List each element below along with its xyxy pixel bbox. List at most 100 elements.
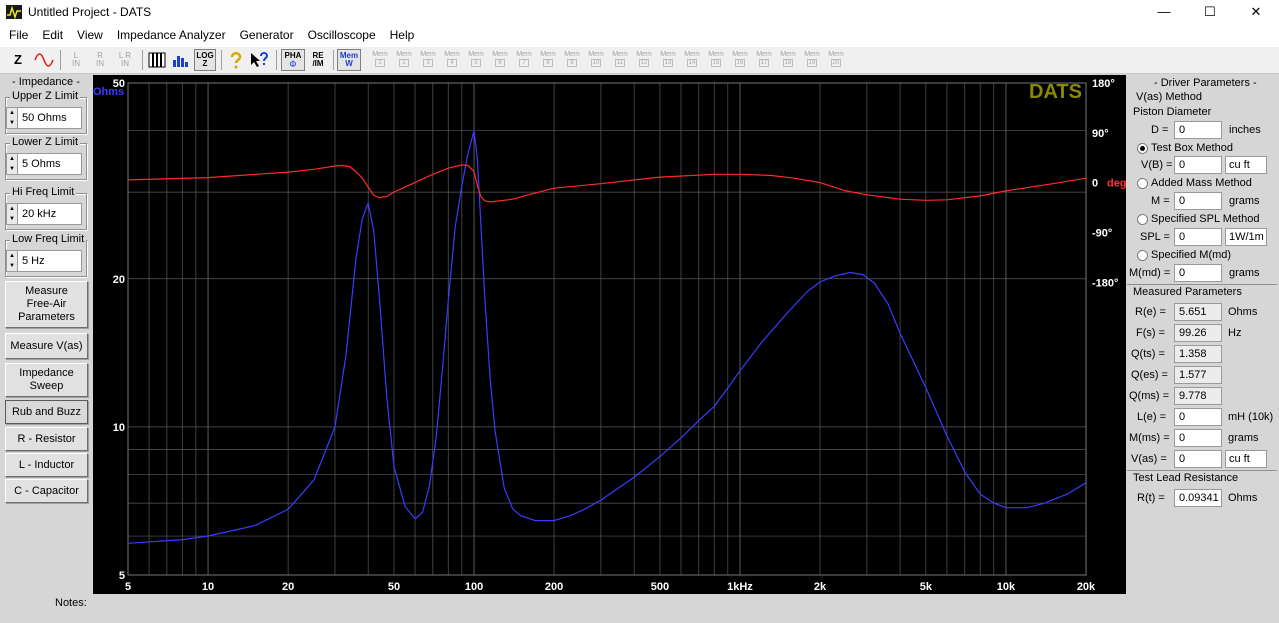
mms-input[interactable]: 0 bbox=[1174, 429, 1222, 447]
left-input-button[interactable]: L IN bbox=[66, 49, 86, 71]
left-panel: - Impedance - Upper Z Limit ▲ ▼ 50 Ohms L… bbox=[0, 75, 93, 595]
piano-keys-icon[interactable] bbox=[146, 49, 168, 71]
memory-slot-15[interactable]: Mem 15 bbox=[705, 51, 727, 69]
menu-generator[interactable]: Generator bbox=[233, 28, 301, 42]
test-box-radio[interactable] bbox=[1137, 143, 1148, 154]
spl-label: SPL = bbox=[1140, 231, 1170, 243]
inductor-button[interactable]: L - Inductor bbox=[5, 453, 88, 477]
memory-slot-number: 14 bbox=[687, 59, 697, 67]
upper-z-input[interactable]: 50 Ohms bbox=[18, 107, 82, 129]
divider bbox=[1127, 470, 1277, 471]
impedance-mode-button[interactable]: Z bbox=[8, 49, 28, 71]
resistor-button[interactable]: R - Resistor bbox=[5, 427, 88, 451]
measure-free-air-button[interactable]: Measure Free-Air Parameters bbox=[5, 281, 88, 328]
measure-vas-button[interactable]: Measure V(as) bbox=[5, 333, 88, 359]
capacitor-button[interactable]: C - Capacitor bbox=[5, 479, 88, 503]
specified-mmd-radio[interactable] bbox=[1137, 250, 1148, 261]
memory-slot-3[interactable]: Mem 3 bbox=[417, 51, 439, 69]
phase-button[interactable]: PHA Φ bbox=[281, 49, 305, 71]
memory-slot-5[interactable]: Mem 5 bbox=[465, 51, 487, 69]
menu-edit[interactable]: Edit bbox=[35, 28, 70, 42]
menu-view[interactable]: View bbox=[70, 28, 110, 42]
dats-brand-label: DATS bbox=[1029, 81, 1082, 103]
y-tick-label: 5 bbox=[119, 570, 125, 582]
memory-slot-14[interactable]: Mem 14 bbox=[681, 51, 703, 69]
phase-tick-label: -90° bbox=[1092, 227, 1112, 239]
x-tick-label: 50 bbox=[388, 581, 400, 593]
m-input[interactable]: 0 bbox=[1174, 192, 1222, 210]
log-z-button[interactable]: LOG Z bbox=[194, 49, 216, 71]
x-tick-label: 2k bbox=[814, 581, 827, 593]
spl-unit: 1W/1m bbox=[1225, 228, 1267, 246]
menu-oscilloscope[interactable]: Oscilloscope bbox=[301, 28, 383, 42]
memory-slot-20[interactable]: Mem 20 bbox=[825, 51, 847, 69]
vas-unit: cu ft bbox=[1225, 450, 1267, 468]
le-input[interactable]: 0 bbox=[1174, 408, 1222, 426]
menu-impedance-analyzer[interactable]: Impedance Analyzer bbox=[110, 28, 233, 42]
context-help-icon[interactable] bbox=[248, 49, 270, 71]
specified-spl-radio[interactable] bbox=[1137, 214, 1148, 225]
low-freq-spinner[interactable]: ▲ ▼ bbox=[6, 250, 18, 272]
memory-slot-19[interactable]: Mem 19 bbox=[801, 51, 823, 69]
notes-label: Notes: bbox=[55, 597, 87, 609]
impedance-chart[interactable]: 5 10 20 50 100 200 500 1kHz 2k 5k 10k 20k 50 20 10 5 180… bbox=[93, 75, 1126, 594]
impedance-sweep-button[interactable]: Impedance Sweep bbox=[5, 363, 88, 397]
hi-freq-spinner[interactable]: ▲ ▼ bbox=[6, 203, 18, 225]
lower-z-input[interactable]: 5 Ohms bbox=[18, 153, 82, 175]
memory-slot-4[interactable]: Mem 4 bbox=[441, 51, 463, 69]
memory-slot-number: 10 bbox=[591, 59, 601, 67]
sine-wave-icon[interactable] bbox=[32, 49, 56, 71]
memory-slot-10[interactable]: Mem 10 bbox=[585, 51, 607, 69]
memory-slot-13[interactable]: Mem 13 bbox=[657, 51, 679, 69]
mmd-input[interactable]: 0 bbox=[1174, 264, 1222, 282]
lower-z-spinner[interactable]: ▲ ▼ bbox=[6, 153, 18, 175]
memory-slot-2[interactable]: Mem 2 bbox=[393, 51, 415, 69]
added-mass-radio[interactable] bbox=[1137, 178, 1148, 189]
dats-app-icon bbox=[6, 4, 22, 19]
memory-slot-number: 15 bbox=[711, 59, 721, 67]
memory-slot-9[interactable]: Mem 9 bbox=[561, 51, 583, 69]
hi-freq-input[interactable]: 20 kHz bbox=[18, 203, 82, 225]
d-input[interactable]: 0 bbox=[1174, 121, 1222, 139]
x-tick-label: 1kHz bbox=[727, 581, 753, 593]
maximize-button[interactable]: ☐ bbox=[1187, 0, 1233, 23]
bar-graph-icon[interactable] bbox=[170, 49, 192, 71]
minimize-button[interactable]: — bbox=[1141, 0, 1187, 23]
impedance-series-line bbox=[127, 130, 1087, 544]
left-right-input-button[interactable]: L R IN bbox=[114, 49, 136, 71]
memory-slot-6[interactable]: Mem 6 bbox=[489, 51, 511, 69]
phase-tick-label: -180° bbox=[1092, 277, 1118, 289]
memory-slot-number: 6 bbox=[495, 59, 505, 67]
memory-slot-18[interactable]: Mem 18 bbox=[777, 51, 799, 69]
memory-slot-7[interactable]: Mem 7 bbox=[513, 51, 535, 69]
memory-slot-16[interactable]: Mem 16 bbox=[729, 51, 751, 69]
real-imaginary-button[interactable]: RE /IM bbox=[307, 49, 329, 71]
memory-slot-8[interactable]: Mem 8 bbox=[537, 51, 559, 69]
rub-and-buzz-button[interactable]: Rub and Buzz bbox=[5, 400, 88, 424]
low-freq-input[interactable]: 5 Hz bbox=[18, 250, 82, 272]
vas-input[interactable]: 0 bbox=[1174, 450, 1222, 468]
memory-slot-label: Mem bbox=[708, 51, 724, 58]
memory-slot-number: 18 bbox=[783, 59, 793, 67]
spl-input[interactable]: 0 bbox=[1174, 228, 1222, 246]
specified-spl-method-label: Specified SPL Method bbox=[1151, 213, 1260, 225]
memory-slot-12[interactable]: Mem 12 bbox=[633, 51, 655, 69]
low-freq-label: Low Freq Limit bbox=[10, 233, 87, 245]
memory-slot-label: Mem bbox=[588, 51, 604, 58]
rt-input[interactable]: 0.09341 bbox=[1174, 489, 1222, 507]
added-mass-method-label: Added Mass Method bbox=[1151, 177, 1252, 189]
memory-slot-1[interactable]: Mem 1 bbox=[369, 51, 391, 69]
menu-help[interactable]: Help bbox=[383, 28, 422, 42]
upper-z-spinner[interactable]: ▲ ▼ bbox=[6, 107, 18, 129]
x-tick-label: 5k bbox=[920, 581, 933, 593]
help-question-icon[interactable] bbox=[226, 49, 246, 71]
memory-slot-17[interactable]: Mem 17 bbox=[753, 51, 775, 69]
right-input-button[interactable]: R IN bbox=[90, 49, 110, 71]
x-tick-label: 10k bbox=[997, 581, 1016, 593]
menu-file[interactable]: File bbox=[2, 28, 35, 42]
memory-write-button[interactable]: Mem W bbox=[337, 49, 361, 71]
close-button[interactable]: ✕ bbox=[1233, 0, 1279, 23]
memory-slot-11[interactable]: Mem 11 bbox=[609, 51, 631, 69]
vb-input[interactable]: 0 bbox=[1174, 156, 1222, 174]
qes-label: Q(es) = bbox=[1131, 369, 1168, 381]
